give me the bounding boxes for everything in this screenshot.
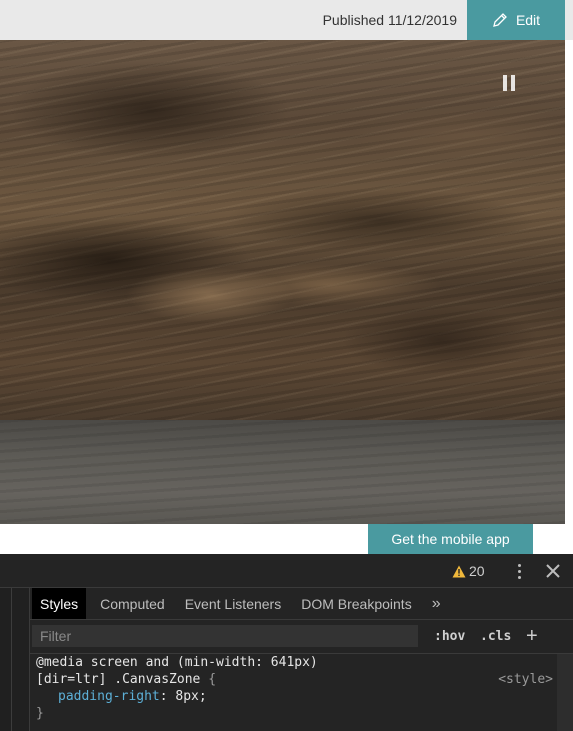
pencil-icon (493, 13, 507, 27)
published-date: Published 11/12/2019 (322, 12, 457, 28)
hero-image (0, 40, 565, 524)
get-mobile-app-button[interactable]: Get the mobile app (368, 524, 533, 554)
rule-selector[interactable]: [dir=ltr] .CanvasZone (36, 672, 200, 687)
wood-texture-image (0, 40, 565, 420)
devtools-panel: 20 Styles Computed Event Listeners DOM B… (0, 554, 573, 731)
filter-input[interactable] (32, 625, 418, 647)
tab-computed[interactable]: Computed (92, 588, 173, 619)
new-rule-icon[interactable]: + (526, 620, 538, 654)
declaration[interactable]: padding-right: 8px; (58, 688, 207, 705)
warning-count: 20 (469, 563, 485, 579)
styles-pane: @media screen and (min-width: 641px) [di… (30, 654, 557, 731)
media-query: @media screen and (min-width: 641px) (36, 655, 318, 670)
devtools-tabs: Styles Computed Event Listeners DOM Brea… (30, 588, 573, 620)
rule-selector-line: [dir=ltr] .CanvasZone { (36, 671, 216, 688)
edit-button[interactable]: Edit (467, 0, 565, 40)
devtools-toolbar: 20 (0, 554, 573, 588)
more-tabs-icon[interactable]: » (424, 588, 449, 619)
property-name[interactable]: padding-right (58, 689, 160, 704)
close-icon[interactable] (544, 562, 562, 580)
wood-texture-lower (0, 420, 565, 524)
cls-toggle[interactable]: .cls (480, 620, 511, 654)
warning-icon (452, 565, 466, 577)
warnings-counter[interactable]: 20 (452, 554, 485, 588)
page: Published 11/12/2019 Edit Get the mobile… (0, 0, 573, 731)
styles-scrollbar[interactable] (557, 654, 573, 731)
top-bar: Published 11/12/2019 Edit (0, 0, 573, 40)
tab-event-listeners[interactable]: Event Listeners (177, 588, 290, 619)
rule-source-link[interactable]: <style> (498, 671, 553, 688)
more-options-icon[interactable] (510, 562, 528, 580)
styles-filter-bar: :hov .cls + (30, 620, 573, 654)
open-brace: { (208, 672, 217, 687)
pause-icon[interactable] (500, 75, 518, 93)
close-brace: } (36, 706, 44, 721)
hov-toggle[interactable]: :hov (434, 620, 465, 654)
tab-dom-breakpoints[interactable]: DOM Breakpoints (293, 588, 419, 619)
edit-label: Edit (515, 12, 541, 28)
property-value[interactable]: 8px; (175, 689, 206, 704)
elements-gutter (0, 588, 30, 731)
tab-styles[interactable]: Styles (32, 588, 87, 619)
